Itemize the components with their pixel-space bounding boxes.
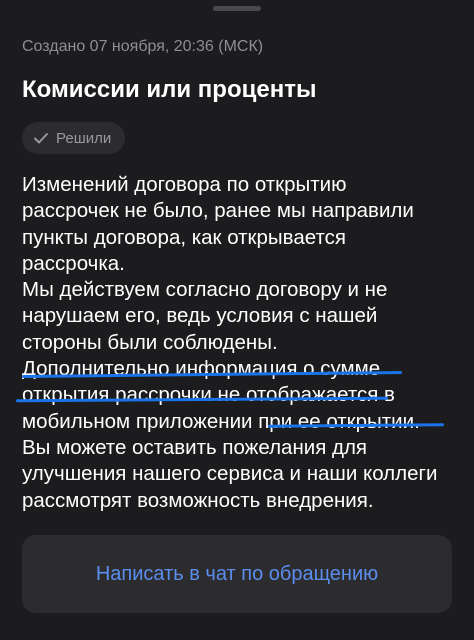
message-line: Мы действуем согласно договору и не bbox=[22, 278, 388, 302]
status-badge: Решили bbox=[22, 122, 126, 154]
status-label: Решили bbox=[56, 129, 112, 147]
message-line: нарушаем его, ведь условия с нашей bbox=[22, 304, 378, 328]
page-title: Комиссии или проценты bbox=[22, 76, 317, 103]
message-line: Дополнительно информация о сумме bbox=[22, 357, 381, 381]
message-line: Изменений договора по открытию bbox=[22, 173, 347, 196]
message-line: улучшения нашего сервиса и наши коллеги bbox=[22, 462, 438, 486]
write-to-chat-label: Написать в чат по обращению bbox=[95, 562, 379, 585]
message-line: пункты договора, как открывается bbox=[22, 225, 346, 249]
message-line: стороны были соблюдены. bbox=[22, 330, 278, 354]
write-to-chat-button[interactable]: Написать в чат по обращению bbox=[22, 535, 452, 613]
message-line: рассрочка. bbox=[22, 251, 125, 275]
message-line: рассмотрят возможность внедрения. bbox=[22, 488, 374, 512]
created-timestamp: Создано 07 ноября, 20:36 (МСК) bbox=[22, 38, 264, 55]
checkmark-icon bbox=[32, 129, 50, 147]
support-message: Изменений договора по открытию рассрочек… bbox=[22, 172, 462, 514]
message-line: рассрочек не было, ранее мы направили bbox=[22, 199, 414, 223]
message-line: Вы можете оставить пожелания для bbox=[22, 435, 368, 459]
ticket-sheet: Создано 07 ноября, 20:36 (МСК) Комиссии … bbox=[0, 0, 474, 640]
message-line: мобильном приложении при ее открытии. bbox=[22, 409, 420, 433]
message-line: открытия рассрочки не отображается в bbox=[22, 383, 395, 407]
drag-handle[interactable] bbox=[213, 6, 261, 11]
